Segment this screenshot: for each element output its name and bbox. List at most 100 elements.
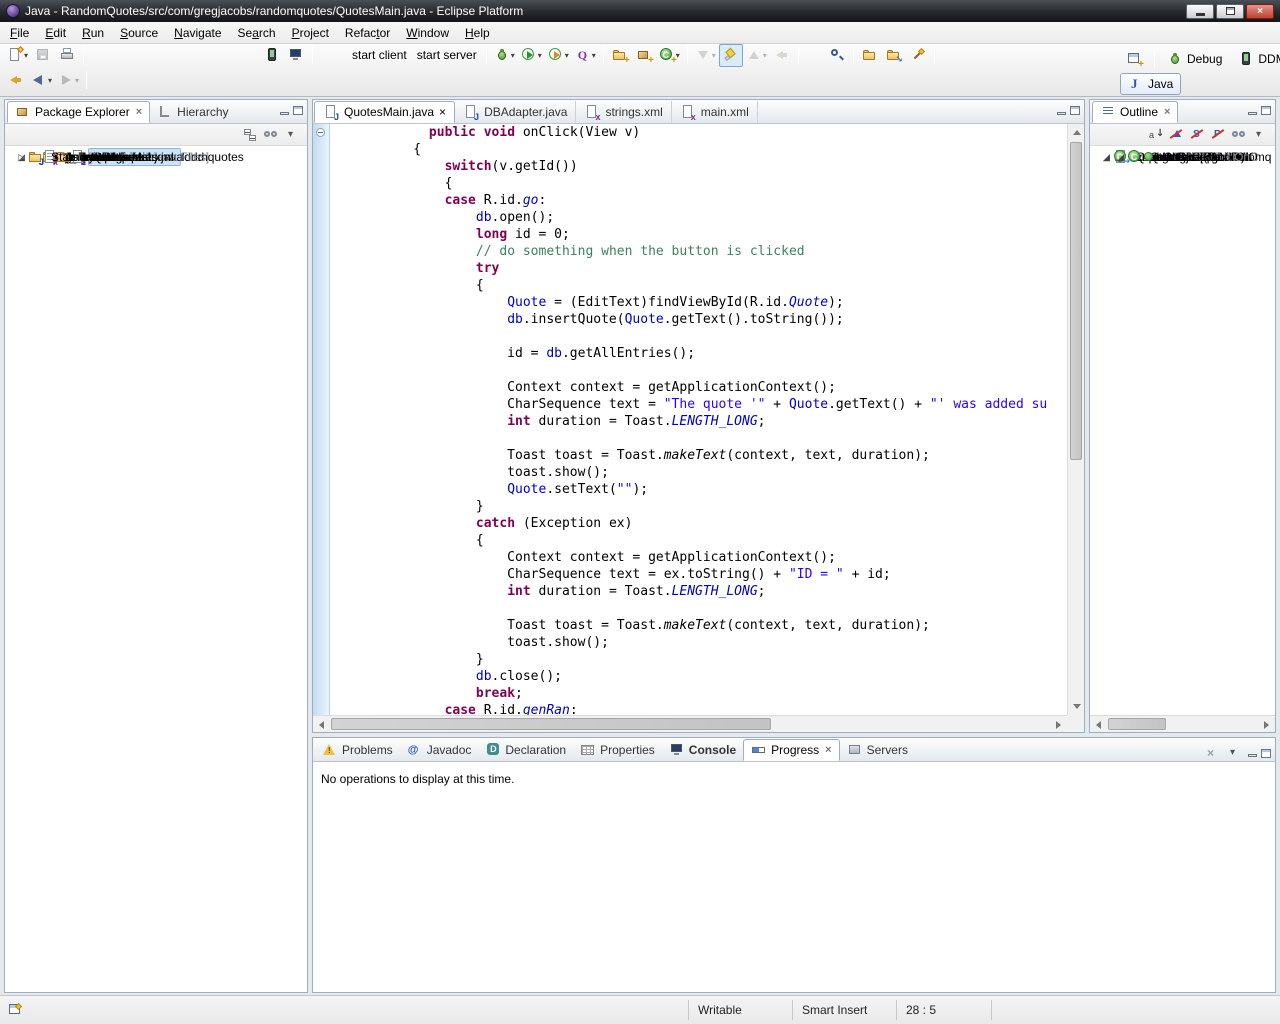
scroll-right-icon[interactable]: [1258, 716, 1275, 733]
start-server-button[interactable]: start server: [412, 44, 482, 67]
code-line[interactable]: case R.id.go:: [335, 192, 1067, 209]
close-tab-icon[interactable]: ×: [1164, 106, 1170, 118]
fold-collapse-icon[interactable]: [316, 128, 325, 137]
vmenu-button[interactable]: ▾: [1252, 126, 1270, 144]
outline-horizontal-scrollbar[interactable]: [1090, 715, 1275, 732]
filter-s-button[interactable]: S: [1189, 126, 1207, 144]
filter-p-button[interactable]: P: [1210, 126, 1228, 144]
editor-horizontal-scrollbar[interactable]: [313, 715, 1067, 732]
dropdown-arrow-icon[interactable]: ▾: [592, 51, 596, 60]
import-button[interactable]: ↘: [882, 44, 906, 67]
menu-source[interactable]: Source: [112, 24, 166, 42]
code-line[interactable]: switch(v.getId()): [335, 158, 1067, 175]
close-tab-icon[interactable]: ×: [136, 106, 142, 118]
android-device-button[interactable]: [260, 44, 284, 67]
menu-help[interactable]: Help: [457, 24, 498, 42]
dropdown-arrow-icon[interactable]: ▾: [565, 51, 569, 60]
tab-console[interactable]: Console: [662, 739, 743, 761]
external-tools-button[interactable]: Q▾: [572, 44, 599, 67]
sort-button[interactable]: a↓: [1147, 126, 1165, 144]
tab-hierarchy[interactable]: Hierarchy: [150, 101, 235, 123]
code-line[interactable]: case R.id.genRan:: [335, 702, 1067, 715]
close-tab-icon[interactable]: ×: [825, 744, 831, 756]
code-line[interactable]: catch (Exception ex): [335, 515, 1067, 532]
tab-package-explorer[interactable]: Package Explorer×: [7, 101, 150, 123]
next-annotation-button[interactable]: ▾: [692, 44, 719, 67]
minimize-window-button[interactable]: [1186, 4, 1214, 19]
menu-project[interactable]: Project: [284, 24, 337, 42]
code-line[interactable]: int duration = Toast.LENGTH_LONG;: [335, 413, 1067, 430]
code-line[interactable]: toast.show();: [335, 634, 1067, 651]
menu-run[interactable]: Run: [74, 24, 112, 42]
new-java-class-button[interactable]: C+▾: [656, 44, 683, 67]
code-line[interactable]: {: [335, 277, 1067, 294]
dropdown-arrow-icon[interactable]: ▾: [24, 51, 28, 60]
editor-tab-main-xml[interactable]: xmain.xml: [672, 101, 758, 123]
editor-tab-quotesmain-java[interactable]: JQuotesMain.java×: [314, 101, 455, 123]
scroll-left-icon[interactable]: [313, 716, 330, 733]
android-emulator-button[interactable]: [284, 44, 308, 67]
code-line[interactable]: [335, 328, 1067, 345]
scroll-right-icon[interactable]: [1050, 716, 1067, 733]
close-tab-icon[interactable]: ×: [439, 105, 446, 119]
forward-button[interactable]: ▾: [55, 69, 82, 92]
code-line[interactable]: }: [335, 651, 1067, 668]
tree-item-label[interactable]: onClick(V: [1160, 149, 1219, 165]
perspective-debug-button[interactable]: Debug: [1159, 48, 1230, 70]
run-button[interactable]: ▾: [518, 44, 545, 67]
code-line[interactable]: db.close();: [335, 668, 1067, 685]
menu-search[interactable]: Search: [230, 24, 284, 42]
previous-annotation-button[interactable]: ▾: [743, 44, 770, 67]
scroll-left-icon[interactable]: [1090, 716, 1107, 733]
perspective-ddms-button[interactable]: DDMS: [1230, 48, 1280, 70]
run-history-button[interactable]: ▾: [545, 44, 572, 67]
code-line[interactable]: {: [335, 141, 1067, 158]
maximize-panel-icon[interactable]: [293, 106, 303, 115]
menu-refactor[interactable]: Refactor: [337, 24, 398, 42]
maximize-panel-icon[interactable]: [1261, 106, 1271, 115]
code-line[interactable]: Quote.setText("");: [335, 481, 1067, 498]
code-line[interactable]: {: [335, 175, 1067, 192]
tab-javadoc[interactable]: @Javadoc: [400, 739, 479, 761]
maximize-editor-icon[interactable]: [1070, 106, 1080, 115]
code-line[interactable]: Context context = getApplicationContext(…: [335, 549, 1067, 566]
menu-file[interactable]: File: [2, 24, 37, 42]
code-line[interactable]: Context context = getApplicationContext(…: [335, 379, 1067, 396]
editor-tab-strings-xml[interactable]: xstrings.xml: [576, 101, 671, 123]
scroll-up-icon[interactable]: [1068, 124, 1085, 141]
code-line[interactable]: id = db.getAllEntries();: [335, 345, 1067, 362]
folding-gutter[interactable]: [313, 124, 330, 715]
vmenu-button[interactable]: ▾: [1226, 744, 1244, 762]
new-wizard-button[interactable]: ▾: [4, 44, 31, 67]
code-line[interactable]: db.open();: [335, 209, 1067, 226]
code-line[interactable]: CharSequence text = ex.toString() + "ID …: [335, 566, 1067, 583]
print-button[interactable]: [55, 44, 79, 67]
quick-fix-button[interactable]: [906, 44, 930, 67]
filter-f-button[interactable]: [1168, 126, 1186, 144]
link-button[interactable]: [263, 126, 281, 144]
dropdown-arrow-icon[interactable]: ▾: [538, 51, 542, 60]
start-client-button[interactable]: start client: [347, 44, 412, 67]
code-line[interactable]: [335, 430, 1067, 447]
tab-properties[interactable]: Properties: [573, 739, 662, 761]
horizontal-scroll-thumb[interactable]: [331, 718, 771, 730]
open-perspective-button[interactable]: +: [1118, 48, 1150, 70]
open-resource-button[interactable]: [858, 44, 882, 67]
code-line[interactable]: try: [335, 260, 1067, 277]
dropdown-arrow-icon[interactable]: ▾: [75, 76, 79, 85]
code-line[interactable]: }: [335, 498, 1067, 515]
code-line[interactable]: Toast toast = Toast.makeText(context, te…: [335, 617, 1067, 634]
maximize-window-button[interactable]: [1216, 4, 1244, 19]
code-line[interactable]: [335, 362, 1067, 379]
horizontal-scroll-thumb[interactable]: [1108, 718, 1166, 730]
maximize-panel-icon[interactable]: [1261, 749, 1271, 758]
open-type-button[interactable]: [825, 44, 849, 67]
dropdown-arrow-icon[interactable]: ▾: [712, 51, 716, 60]
dropdown-arrow-icon[interactable]: ▾: [48, 76, 52, 85]
scroll-down-icon[interactable]: [1068, 698, 1085, 715]
code-area[interactable]: public void onClick(View v) { switch(v.g…: [335, 124, 1067, 715]
expander-icon[interactable]: ▷: [15, 152, 28, 163]
mark-occurrences-button[interactable]: [719, 44, 743, 67]
new-java-project-button[interactable]: +: [608, 44, 632, 67]
code-line[interactable]: Toast toast = Toast.makeText(context, te…: [335, 447, 1067, 464]
